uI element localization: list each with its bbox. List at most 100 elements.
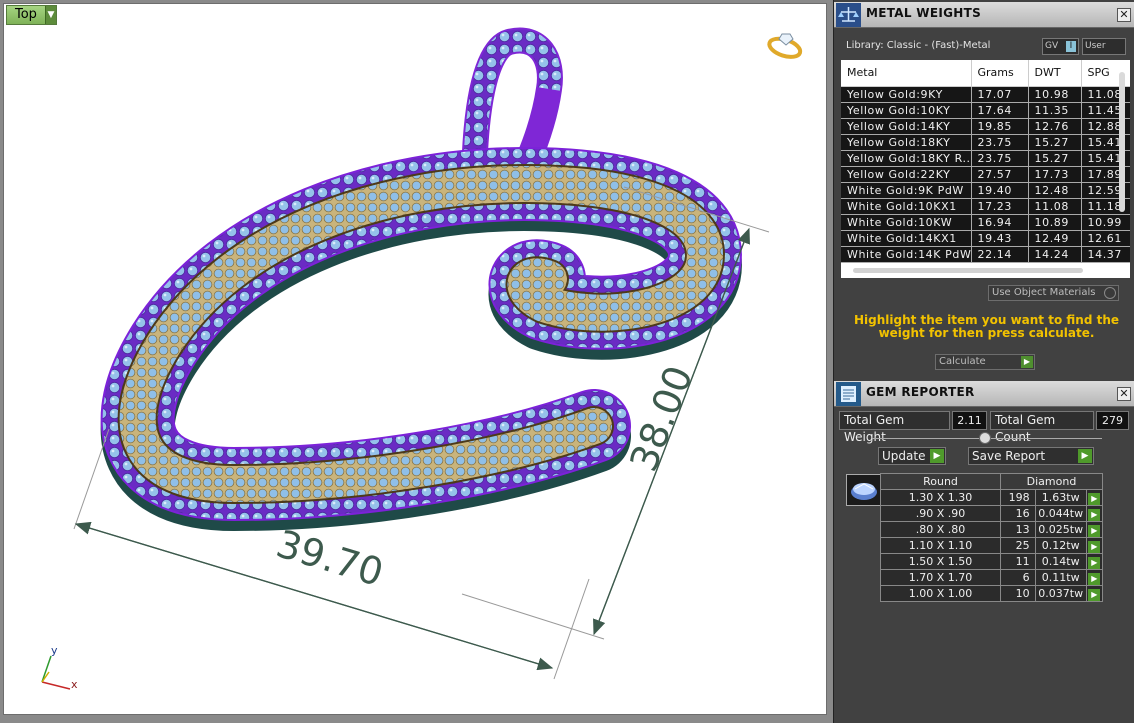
dwt-cell: 12.76 bbox=[1028, 118, 1082, 135]
horizontal-scrollbar[interactable] bbox=[853, 268, 1083, 273]
col-header-metal[interactable]: Metal bbox=[841, 60, 972, 87]
metal-row[interactable]: White Gold:14KX1 19.43 12.49 12.61 bbox=[841, 230, 1130, 247]
gem-select-button[interactable]: ▶ bbox=[1085, 505, 1104, 522]
dim-width-label: 39.70 bbox=[271, 521, 388, 595]
gem-size-cell: 1.50 X 1.50 bbox=[880, 553, 1001, 570]
grams-cell: 16.94 bbox=[971, 214, 1029, 231]
gem-count-cell: 13 bbox=[1000, 521, 1036, 538]
play-icon: ▶ bbox=[1088, 572, 1101, 585]
metal-name-cell: White Gold:10KX1 bbox=[841, 198, 972, 215]
gem-reporter-title: GEM REPORTER bbox=[866, 385, 975, 399]
close-icon[interactable]: ✕ bbox=[1117, 387, 1131, 401]
save-report-button[interactable]: Save Report ▶ bbox=[968, 447, 1094, 465]
gem-size-cell: .80 X .80 bbox=[880, 521, 1001, 538]
report-icon bbox=[836, 382, 861, 406]
dwt-cell: 14.24 bbox=[1028, 246, 1082, 263]
col-header-diamond: Diamond bbox=[1000, 473, 1103, 490]
view-dropdown-label: Top bbox=[7, 6, 45, 24]
grams-cell: 19.43 bbox=[971, 230, 1029, 247]
gem-row[interactable]: 1.00 X 1.00 10 0.037tw ▶ bbox=[880, 585, 1104, 602]
viewport-3d[interactable]: 39.70 38.00 y x Top ▼ bbox=[3, 3, 827, 715]
user-toggle[interactable]: User bbox=[1082, 38, 1126, 55]
col-header-grams[interactable]: Grams bbox=[971, 60, 1029, 87]
close-icon[interactable]: ✕ bbox=[1117, 8, 1131, 22]
dwt-cell: 12.48 bbox=[1028, 182, 1082, 199]
metal-row[interactable]: Yellow Gold:18KY R... 23.75 15.27 15.41 bbox=[841, 150, 1130, 167]
metal-row[interactable]: White Gold:9K PdW 19.40 12.48 12.59 bbox=[841, 182, 1130, 199]
metal-table-header: Metal Grams DWT SPG bbox=[841, 60, 1130, 87]
metal-row[interactable]: White Gold:10KX1 17.23 11.08 11.18 bbox=[841, 198, 1130, 215]
col-header-dwt[interactable]: DWT bbox=[1028, 60, 1082, 87]
total-gem-weight-value: 2.11 bbox=[952, 411, 987, 430]
metal-name-cell: Yellow Gold:22KY bbox=[841, 166, 972, 183]
use-object-materials-label: Use Object Materials bbox=[992, 287, 1096, 298]
dwt-cell: 17.73 bbox=[1028, 166, 1082, 183]
metal-row[interactable]: White Gold:10KW 16.94 10.89 10.99 bbox=[841, 214, 1130, 231]
metal-table-container[interactable]: Metal Grams DWT SPG Yellow Gold:9KY 17.07… bbox=[841, 60, 1130, 278]
spg-cell: 12.61 bbox=[1081, 230, 1130, 247]
metal-name-cell: Yellow Gold:10KY bbox=[841, 102, 972, 119]
gem-select-button[interactable]: ▶ bbox=[1085, 553, 1104, 570]
update-button[interactable]: Update ▶ bbox=[878, 447, 946, 465]
splitter-handle[interactable] bbox=[979, 432, 991, 444]
grams-cell: 22.14 bbox=[971, 246, 1029, 263]
gem-size-cell: 1.00 X 1.00 bbox=[880, 585, 1001, 602]
dwt-cell: 10.89 bbox=[1028, 214, 1082, 231]
dim-height-label: 38.00 bbox=[621, 360, 701, 477]
calculate-button[interactable]: Calculate ▶ bbox=[935, 354, 1035, 370]
gem-row[interactable]: .90 X .90 16 0.044tw ▶ bbox=[880, 505, 1104, 522]
metal-name-cell: White Gold:14K PdW bbox=[841, 246, 972, 263]
ring-icon[interactable] bbox=[767, 33, 803, 60]
gem-row[interactable]: 1.10 X 1.10 25 0.12tw ▶ bbox=[880, 537, 1104, 554]
metal-name-cell: White Gold:9K PdW bbox=[841, 182, 972, 199]
toggle-indicator-icon: I bbox=[1066, 41, 1076, 52]
gem-row[interactable]: .80 X .80 13 0.025tw ▶ bbox=[880, 521, 1104, 538]
gv-toggle[interactable]: GV I bbox=[1042, 38, 1079, 55]
dwt-cell: 15.27 bbox=[1028, 150, 1082, 167]
calculate-label: Calculate bbox=[939, 356, 986, 367]
scale-icon bbox=[836, 3, 861, 27]
gem-select-button[interactable]: ▶ bbox=[1085, 569, 1104, 586]
gem-size-cell: 1.30 X 1.30 bbox=[880, 489, 1001, 506]
grams-cell: 27.57 bbox=[971, 166, 1029, 183]
gem-select-button[interactable]: ▶ bbox=[1085, 489, 1104, 506]
metal-table: Metal Grams DWT SPG Yellow Gold:9KY 17.07… bbox=[841, 60, 1130, 263]
save-report-label: Save Report bbox=[972, 449, 1046, 463]
gem-select-button[interactable]: ▶ bbox=[1085, 585, 1104, 602]
metal-row[interactable]: Yellow Gold:10KY 17.64 11.35 11.45 bbox=[841, 102, 1130, 119]
axis-y-label: y bbox=[51, 644, 58, 657]
col-header-round: Round bbox=[880, 473, 1001, 490]
metal-row[interactable]: Yellow Gold:14KY 19.85 12.76 12.88 bbox=[841, 118, 1130, 135]
gem-select-button[interactable]: ▶ bbox=[1085, 537, 1104, 554]
gem-weight-cell: 0.037tw bbox=[1034, 585, 1087, 602]
vertical-scrollbar[interactable] bbox=[1119, 72, 1125, 212]
chevron-down-icon[interactable]: ▼ bbox=[44, 6, 56, 24]
view-dropdown[interactable]: Top ▼ bbox=[6, 5, 57, 25]
gem-count-cell: 25 bbox=[1000, 537, 1036, 554]
round-diamond-icon[interactable] bbox=[846, 474, 882, 506]
gem-count-cell: 16 bbox=[1000, 505, 1036, 522]
gem-size-cell: 1.70 X 1.70 bbox=[880, 569, 1001, 586]
metal-row[interactable]: Yellow Gold:18KY 23.75 15.27 15.41 bbox=[841, 134, 1130, 151]
gem-row[interactable]: 1.30 X 1.30 198 1.63tw ▶ bbox=[880, 489, 1104, 506]
dwt-cell: 15.27 bbox=[1028, 134, 1082, 151]
grams-cell: 23.75 bbox=[971, 134, 1029, 151]
gem-weight-cell: 0.14tw bbox=[1034, 553, 1087, 570]
gem-count-cell: 198 bbox=[1000, 489, 1036, 506]
library-label: Library: Classic - (Fast)-Metal bbox=[846, 40, 991, 51]
metal-row[interactable]: Yellow Gold:9KY 17.07 10.98 11.08 bbox=[841, 86, 1130, 103]
use-object-materials-dropdown[interactable]: Use Object Materials bbox=[988, 285, 1119, 301]
metal-row[interactable]: White Gold:14K PdW 22.14 14.24 14.37 bbox=[841, 246, 1130, 263]
gem-row[interactable]: 1.70 X 1.70 6 0.11tw ▶ bbox=[880, 569, 1104, 586]
gem-select-button[interactable]: ▶ bbox=[1085, 521, 1104, 538]
grams-cell: 17.07 bbox=[971, 86, 1029, 103]
pendant-model[interactable]: 39.70 38.00 y x bbox=[4, 4, 827, 715]
dwt-cell: 10.98 bbox=[1028, 86, 1082, 103]
metal-row[interactable]: Yellow Gold:22KY 27.57 17.73 17.89 bbox=[841, 166, 1130, 183]
gv-toggle-label: GV bbox=[1045, 41, 1059, 51]
play-icon: ▶ bbox=[1088, 540, 1101, 553]
gem-row[interactable]: 1.50 X 1.50 11 0.14tw ▶ bbox=[880, 553, 1104, 570]
dwt-cell: 12.49 bbox=[1028, 230, 1082, 247]
play-icon: ▶ bbox=[1088, 588, 1101, 601]
app-window: 39.70 38.00 y x Top ▼ METAL WEIGHTS ✕ Li… bbox=[0, 0, 1134, 723]
